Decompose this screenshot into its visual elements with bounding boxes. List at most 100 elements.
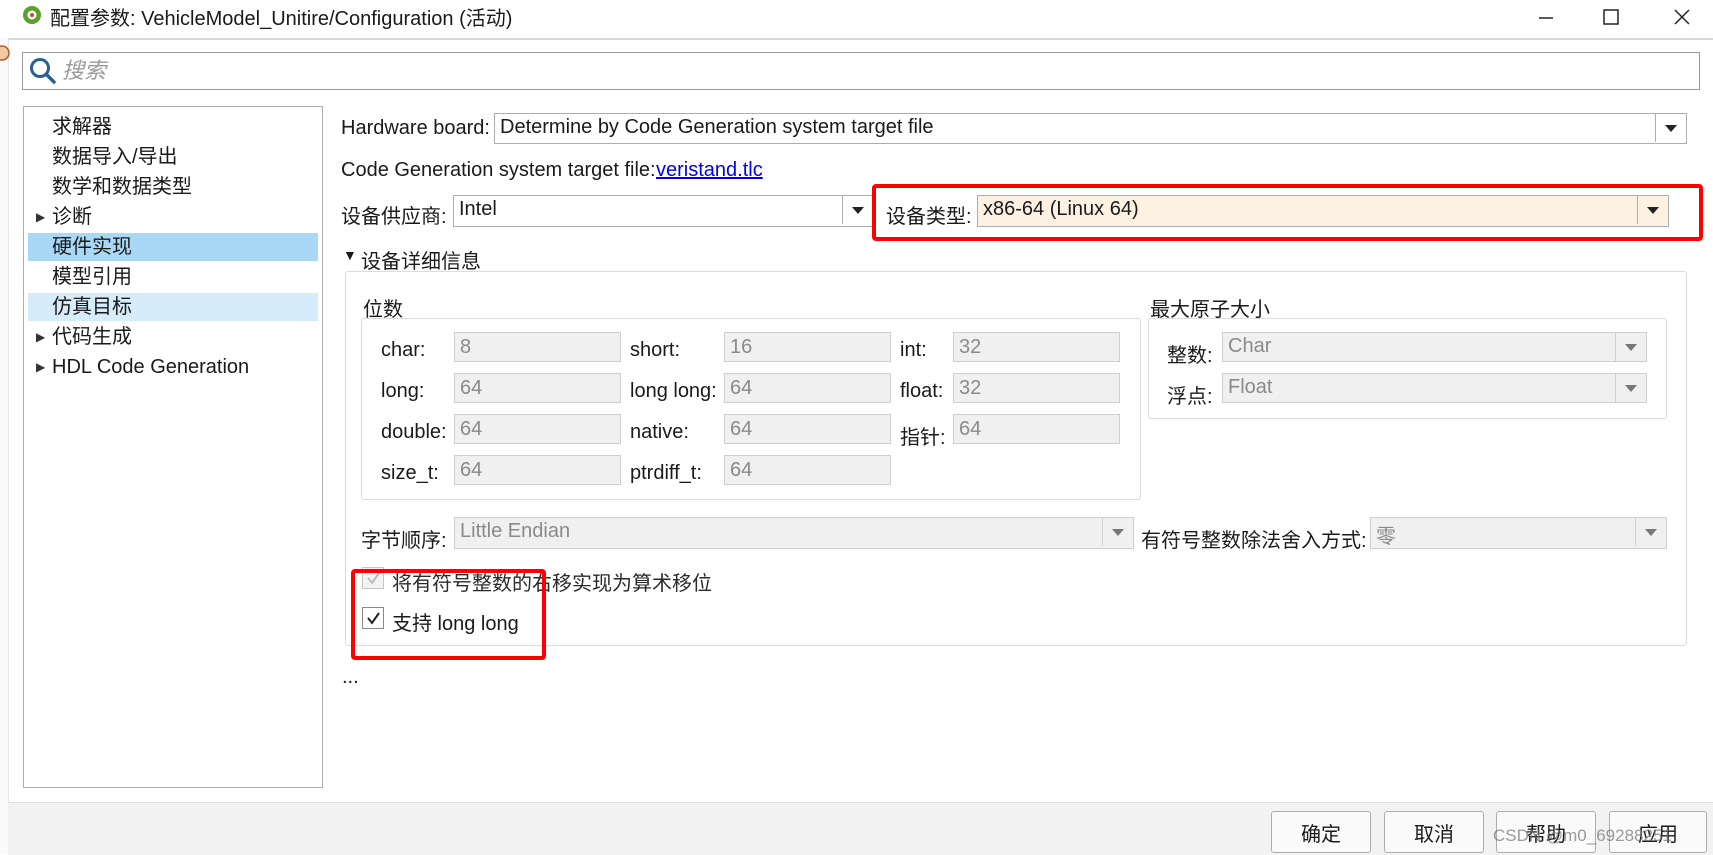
long-long-label: long long: <box>630 380 717 402</box>
target-file-link[interactable]: veristand.tlc <box>656 159 763 182</box>
window-title: 配置参数: VehicleModel_Unitire/Configuration… <box>50 8 513 30</box>
atomic-integer-select[interactable]: Char <box>1222 332 1647 362</box>
ptrdiff-t-value: 64 <box>730 459 753 481</box>
ok-button[interactable]: 确定 <box>1271 811 1371 853</box>
long-label: long: <box>381 380 425 402</box>
tree-item-data-import-export[interactable]: 数据导入/导出 <box>28 143 318 171</box>
tree-item-label: HDL Code Generation <box>52 356 250 378</box>
native-field[interactable]: 64 <box>724 414 891 444</box>
size-t-field[interactable]: 64 <box>454 455 621 485</box>
chevron-down-icon[interactable] <box>1102 518 1133 546</box>
tree-item-label: 仿真目标 <box>52 296 132 318</box>
native-label: native: <box>630 421 689 443</box>
collapse-arrow-icon[interactable]: ▼ <box>343 247 357 263</box>
expand-arrow-icon[interactable]: ▶ <box>36 203 45 231</box>
chevron-down-icon[interactable] <box>1635 518 1666 546</box>
minimize-button[interactable] <box>1515 0 1577 34</box>
tree-item-hardware-implementation[interactable]: 硬件实现 <box>28 233 318 261</box>
atomic-float-select[interactable]: Float <box>1222 373 1647 403</box>
float-label: float: <box>900 380 944 402</box>
device-vendor-select[interactable]: Intel <box>453 195 874 227</box>
int-field[interactable]: 32 <box>953 332 1120 362</box>
highlight-box-long-long <box>351 569 546 660</box>
tree-item-hdl-code-generation[interactable]: ▶ HDL Code Generation <box>28 353 318 381</box>
size-t-value: 64 <box>460 459 483 481</box>
size-t-label: size_t: <box>381 462 439 484</box>
close-icon <box>1674 9 1690 25</box>
close-button[interactable] <box>1651 0 1713 34</box>
hardware-board-label: Hardware board: <box>341 117 490 139</box>
char-value: 8 <box>460 336 472 358</box>
cancel-button[interactable]: 取消 <box>1384 811 1484 853</box>
highlight-box-device-type <box>872 184 1703 241</box>
search-input[interactable] <box>62 56 1682 86</box>
tree-item-label: 数学和数据类型 <box>52 176 192 198</box>
tree-item-label: 诊断 <box>52 206 92 228</box>
float-value: 32 <box>959 377 982 399</box>
chevron-down-icon[interactable] <box>1615 333 1646 361</box>
tree-item-model-referencing[interactable]: 模型引用 <box>28 263 318 291</box>
hardware-board-select[interactable]: Determine by Code Generation system targ… <box>494 113 1687 144</box>
tree-item-simulation-target[interactable]: 仿真目标 <box>28 293 318 321</box>
pointer-value: 64 <box>959 418 982 440</box>
atomic-float-value: Float <box>1228 376 1273 398</box>
pointer-field[interactable]: 64 <box>953 414 1120 444</box>
device-vendor-label: 设备供应商: <box>341 206 447 228</box>
ptrdiff-t-label: ptrdiff_t: <box>630 462 702 484</box>
tree-item-math-data-types[interactable]: 数学和数据类型 <box>28 173 318 201</box>
chevron-down-icon[interactable] <box>842 196 873 224</box>
tree-item-diagnostics[interactable]: ▶ 诊断 <box>28 203 318 231</box>
ptrdiff-t-field[interactable]: 64 <box>724 455 891 485</box>
expand-arrow-icon[interactable]: ▶ <box>36 323 45 351</box>
long-value: 64 <box>460 377 483 399</box>
category-tree: 求解器 数据导入/导出 数学和数据类型 ▶ 诊断 硬件实现 模型引用 仿真目标 … <box>23 106 323 788</box>
short-field[interactable]: 16 <box>724 332 891 362</box>
byte-order-label: 字节顺序: <box>361 530 447 552</box>
maximize-button[interactable] <box>1580 0 1642 34</box>
native-value: 64 <box>730 418 753 440</box>
tree-item-label: 数据导入/导出 <box>52 146 178 168</box>
double-field[interactable]: 64 <box>454 414 621 444</box>
tree-item-label: 硬件实现 <box>52 236 132 258</box>
short-label: short: <box>630 339 681 361</box>
device-vendor-value: Intel <box>459 198 497 220</box>
expand-arrow-icon[interactable]: ▶ <box>36 353 45 381</box>
long-long-field[interactable]: 64 <box>724 373 891 403</box>
rounding-select[interactable]: 零 <box>1370 517 1667 549</box>
pointer-label: 指针: <box>900 427 946 449</box>
tree-item-code-generation[interactable]: ▶ 代码生成 <box>28 323 318 351</box>
char-field[interactable]: 8 <box>454 332 621 362</box>
avatar-icon <box>0 45 10 61</box>
float-field[interactable]: 32 <box>953 373 1120 403</box>
maximize-icon <box>1603 9 1619 25</box>
atomic-integer-label: 整数: <box>1167 345 1213 367</box>
char-label: char: <box>381 339 426 361</box>
search-icon <box>30 58 56 84</box>
rounding-value: 零 <box>1376 526 1396 548</box>
minimize-icon <box>1539 17 1553 19</box>
double-value: 64 <box>460 418 483 440</box>
tree-item-solver[interactable]: 求解器 <box>28 113 318 141</box>
int-value: 32 <box>959 336 982 358</box>
target-file-label: Code Generation system target file: <box>341 159 656 181</box>
left-edge <box>0 38 9 854</box>
tree-item-label: 求解器 <box>52 116 112 138</box>
double-label: double: <box>381 421 447 443</box>
long-long-value: 64 <box>730 377 753 399</box>
device-details-label: 设备详细信息 <box>361 251 481 273</box>
int-label: int: <box>900 339 927 361</box>
gear-icon <box>23 6 41 24</box>
chevron-down-icon[interactable] <box>1615 374 1646 402</box>
rounding-label: 有符号整数除法舍入方式: <box>1141 530 1367 552</box>
ellipsis: ... <box>342 666 359 688</box>
atomic-float-label: 浮点: <box>1167 386 1213 408</box>
byte-order-value: Little Endian <box>460 520 571 542</box>
chevron-down-icon[interactable] <box>1655 114 1686 142</box>
byte-order-select[interactable]: Little Endian <box>454 517 1134 549</box>
short-value: 16 <box>730 336 753 358</box>
watermark: CSDN @m0_69288251 <box>1493 826 1672 845</box>
long-field[interactable]: 64 <box>454 373 621 403</box>
atomic-integer-value: Char <box>1228 335 1272 357</box>
tree-item-label: 模型引用 <box>52 266 132 288</box>
tree-item-label: 代码生成 <box>52 326 132 348</box>
